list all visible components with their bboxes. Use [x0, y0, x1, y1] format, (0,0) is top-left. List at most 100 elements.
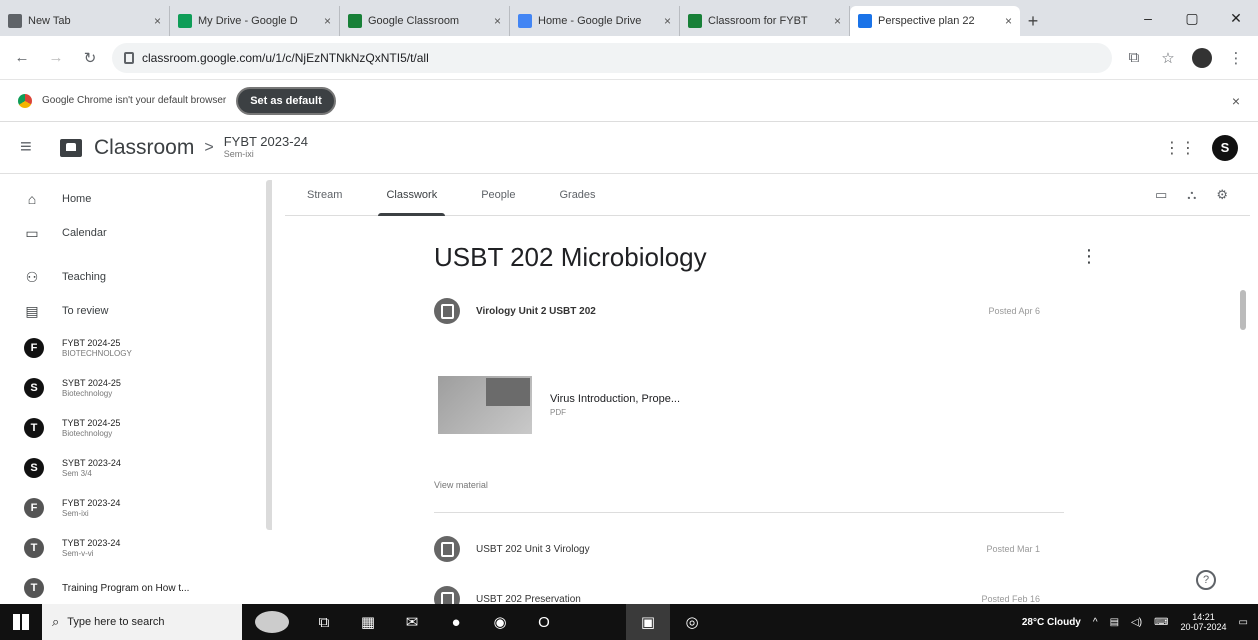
app-title[interactable]: Classroom [94, 136, 194, 160]
help-icon[interactable]: ? [1196, 570, 1216, 590]
browser-tab[interactable]: Google Classroom × [340, 6, 510, 36]
browser-tab[interactable]: Classroom for FYBT × [680, 6, 850, 36]
tab-classwork[interactable]: Classwork [364, 174, 459, 216]
drive-folder-icon[interactable]: ⛬ [1187, 187, 1196, 203]
sidebar-class-item[interactable]: S SYBT 2023-24 Sem 3/4 [0, 448, 272, 488]
settings-gear-icon[interactable]: ⚙ [1216, 187, 1228, 203]
view-material-link[interactable]: View material [434, 480, 488, 490]
attachment-card[interactable]: Virus Introduction, Prope... PDF [438, 376, 680, 434]
topic-more-icon[interactable]: ⋮ [1080, 246, 1098, 267]
tab-people[interactable]: People [459, 174, 537, 216]
close-tab-icon[interactable]: × [324, 14, 331, 28]
notification-icon[interactable]: ▭ [1239, 617, 1248, 628]
breadcrumb[interactable]: FYBT 2023-24 Sem-ixi [224, 135, 308, 159]
sidebar-class-item[interactable]: F FYBT 2023-24 Sem-ixi [0, 488, 272, 528]
maximize-button[interactable]: ▢ [1170, 10, 1214, 27]
chrome-window-icon[interactable]: ◎ [670, 604, 714, 640]
new-tab-button[interactable]: + [1020, 6, 1046, 36]
profile-icon[interactable] [1190, 46, 1214, 70]
close-tab-icon[interactable]: × [154, 14, 161, 28]
calendar-icon[interactable]: ▭ [1155, 187, 1167, 203]
close-window-button[interactable]: ✕ [1214, 10, 1258, 27]
sidebar-item-label: Teaching [62, 271, 107, 283]
classwork-main: USBT 202 Microbiology ⋮ Virology Unit 2 … [420, 216, 1100, 612]
extension-icon[interactable]: ⧉ [1122, 46, 1146, 70]
address-bar[interactable]: classroom.google.com/u/1/c/NjEzNTNkNzQxN… [112, 42, 1112, 73]
volume-icon[interactable]: ◁) [1131, 617, 1142, 628]
reload-icon[interactable]: ↻ [78, 46, 102, 70]
browser-tab[interactable]: My Drive - Google D × [170, 6, 340, 36]
sidebar-item-label: Calendar [62, 227, 107, 239]
cortana-icon[interactable] [242, 604, 302, 640]
google-apps-icon[interactable]: ⋮⋮ [1162, 138, 1198, 158]
classwork-item[interactable]: Virology Unit 2 USBT 202 Posted Apr 6 [434, 298, 1064, 324]
close-icon[interactable]: × [1232, 93, 1240, 109]
attachment-thumbnail [438, 376, 532, 434]
clock-date: 20-07-2024 [1180, 622, 1227, 632]
keyboard-icon[interactable]: ⌨ [1154, 617, 1168, 628]
tab-grades[interactable]: Grades [537, 174, 617, 216]
mail-icon[interactable]: ✉ [390, 604, 434, 640]
sidebar-class-item[interactable]: T TYBT 2024-25 Biotechnology [0, 408, 272, 448]
start-button[interactable] [0, 604, 42, 640]
browser-menu-icon[interactable]: ⋮ [1224, 46, 1248, 70]
task-view-icon[interactable]: ⧉ [302, 604, 346, 640]
account-avatar[interactable]: S [1212, 134, 1238, 161]
classwork-item[interactable]: USBT 202 Unit 3 Virology Posted Mar 1 [434, 536, 1064, 562]
item-title: Virology Unit 2 USBT 202 [476, 305, 596, 317]
main-menu-icon[interactable]: ≡ [20, 136, 60, 159]
bookmark-star-icon[interactable]: ☆ [1156, 46, 1180, 70]
infobar-message: Google Chrome isn't your default browser [42, 95, 227, 106]
file-explorer-icon[interactable]: ▦ [346, 604, 390, 640]
back-icon[interactable]: ← [10, 46, 34, 70]
photos-app-icon[interactable]: ▣ [626, 604, 670, 640]
browser-tab[interactable]: New Tab × [0, 6, 170, 36]
class-section: Sem-v-vi [62, 548, 94, 558]
class-tools: ▭ ⛬ ⚙ [1155, 187, 1250, 203]
close-tab-icon[interactable]: × [834, 14, 841, 28]
sidebar-item-to-review[interactable]: ▤ To review [0, 294, 272, 328]
sidebar-class-item[interactable]: T Training Program on How t... [0, 568, 272, 604]
minimize-button[interactable]: – [1126, 10, 1170, 26]
browser-tab-active[interactable]: Perspective plan 22 × [850, 6, 1020, 36]
attachment-type: PDF [550, 408, 566, 417]
tray-chevron-icon[interactable]: ^ [1093, 617, 1098, 628]
material-icon [434, 536, 460, 562]
class-name: FYBT 2024-25 [62, 338, 121, 349]
weather-widget[interactable]: 28°C Cloudy [1022, 617, 1081, 628]
browser-app-icon[interactable]: ● [434, 604, 478, 640]
close-tab-icon[interactable]: × [664, 14, 671, 28]
class-section: Biotechnology [62, 428, 113, 438]
search-placeholder: Type here to search [67, 616, 165, 628]
material-icon [434, 298, 460, 324]
page-scrollbar[interactable] [1240, 290, 1246, 330]
taskbar-clock[interactable]: 14:21 20-07-2024 [1181, 612, 1227, 633]
system-tray: 28°C Cloudy ^ ▤ ◁) ⌨ 14:21 20-07-2024 ▭ [1022, 612, 1258, 633]
opera-app-icon[interactable]: O [522, 604, 566, 640]
class-name: SYBT 2023-24 [62, 458, 121, 469]
set-as-default-button[interactable]: Set as default [236, 86, 336, 115]
sidebar-scrollbar[interactable] [266, 180, 272, 530]
sidebar-class-item[interactable]: T TYBT 2023-24 Sem-v-vi [0, 528, 272, 568]
tab-favicon [178, 14, 192, 28]
sidebar-class-item[interactable]: F FYBT 2024-25 BIOTECHNOLOGY [0, 328, 272, 368]
browser-tab[interactable]: Home - Google Drive × [510, 6, 680, 36]
chrome-app-icon[interactable]: ◉ [478, 604, 522, 640]
network-icon[interactable]: ▤ [1110, 617, 1119, 628]
sidebar-item-teaching[interactable]: ⚇ Teaching [0, 260, 272, 294]
sidebar-class-item[interactable]: S SYBT 2024-25 Biotechnology [0, 368, 272, 408]
sidebar: ⌂ Home ▭ Calendar ⚇ Teaching ▤ To review F FY… [0, 174, 272, 604]
tab-stream[interactable]: Stream [285, 174, 364, 216]
forward-icon[interactable]: → [44, 46, 68, 70]
taskbar-search[interactable]: ⌕ Type here to search [42, 604, 242, 640]
close-tab-icon[interactable]: × [494, 14, 501, 28]
class-avatar: S [24, 378, 44, 398]
sidebar-item-calendar[interactable]: ▭ Calendar [0, 216, 272, 250]
class-section: Biotechnology [62, 388, 113, 398]
classroom-logo-icon[interactable] [60, 138, 82, 157]
class-section: Sem-ixi [62, 508, 89, 518]
class-avatar: T [24, 538, 44, 558]
site-info-icon[interactable] [124, 51, 134, 64]
sidebar-item-home[interactable]: ⌂ Home [0, 182, 272, 216]
close-tab-icon[interactable]: × [1005, 14, 1012, 28]
